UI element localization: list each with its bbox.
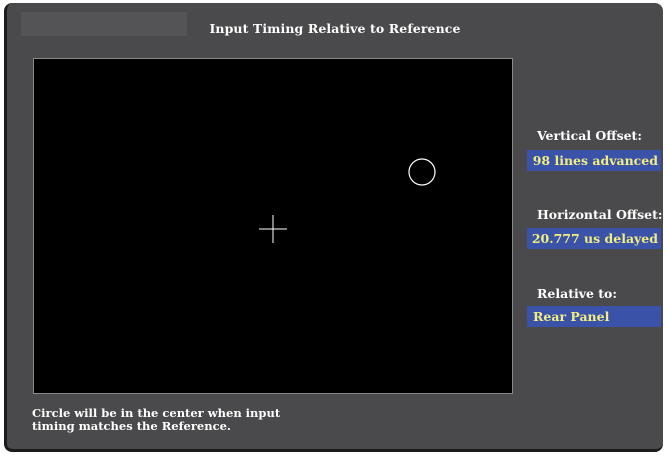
panel-title: Input Timing Relative to Reference	[209, 21, 461, 36]
vertical-offset-value: 98 lines advanced	[527, 150, 661, 171]
vertical-offset-label: Vertical Offset:	[537, 128, 642, 143]
horizontal-offset-label: Horizontal Offset:	[537, 207, 663, 222]
relative-to-value: Rear Panel	[527, 306, 661, 327]
relative-to-label: Relative to:	[537, 286, 618, 301]
help-text: Circle will be in the center when input …	[32, 407, 280, 433]
timing-display	[33, 58, 513, 394]
help-text-line-2: timing matches the Reference.	[32, 419, 231, 433]
circle-icon	[408, 158, 436, 186]
horizontal-offset-value: 20.777 us delayed	[527, 228, 661, 249]
crosshair-icon	[259, 215, 287, 243]
timing-panel: Input Timing Relative to Reference Verti…	[4, 3, 663, 452]
timing-display-graphic	[259, 158, 436, 243]
